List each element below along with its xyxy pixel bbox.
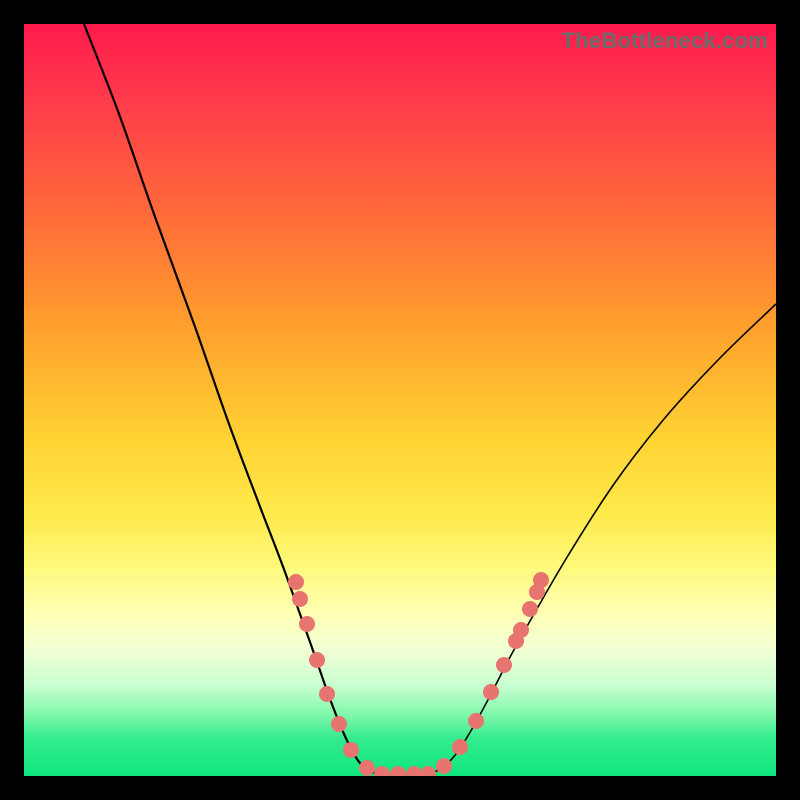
marker-dot (343, 742, 359, 758)
marker-dot (288, 574, 304, 590)
marker-dot (319, 686, 335, 702)
marker-dot (299, 616, 315, 632)
marker-dot (533, 572, 549, 588)
marker-dot (496, 657, 512, 673)
curve-layer (24, 24, 776, 776)
marker-dot (374, 766, 390, 776)
marker-dot (406, 766, 422, 776)
chart-frame: TheBottleneck.com (24, 24, 776, 776)
series-left-curve (84, 24, 379, 774)
marker-dot (468, 713, 484, 729)
marker-dot (483, 684, 499, 700)
marker-dot (452, 739, 468, 755)
marker-dot (436, 758, 452, 774)
marker-dot (309, 652, 325, 668)
marker-dot (522, 601, 538, 617)
marker-dot (331, 716, 347, 732)
marker-dot (513, 622, 529, 638)
marker-dot (359, 760, 375, 776)
marker-dot (292, 591, 308, 607)
marker-dot (390, 766, 406, 776)
series-right-curve (429, 304, 776, 774)
marker-dot (420, 766, 436, 776)
